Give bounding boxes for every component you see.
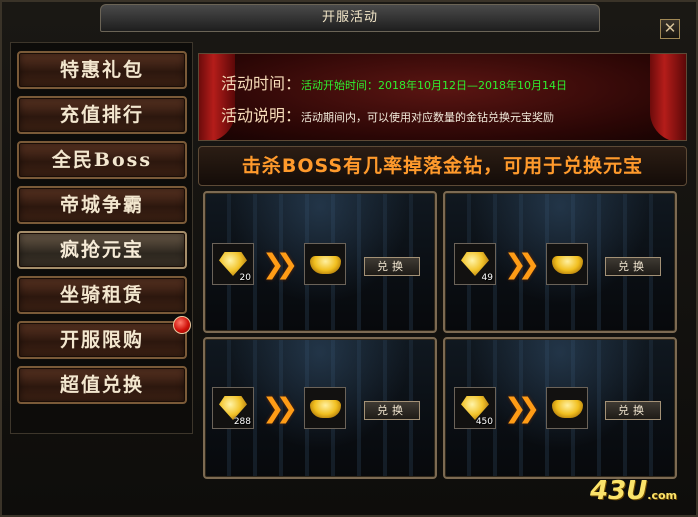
activity-desc-value: 活动期间内，可以使用对应数量的金钻兑换元宝奖励 <box>301 111 555 124</box>
tab-mount-rental[interactable]: 坐骑租赁 <box>17 276 187 314</box>
double-arrow-icon: ❯❯ <box>504 393 540 424</box>
double-arrow-icon: ❯❯ <box>504 249 540 280</box>
gold-diamond-slot[interactable]: 288 <box>212 387 254 429</box>
gold-ingot-slot[interactable] <box>546 243 588 285</box>
watermark-suffix: .com <box>647 489 678 502</box>
tab-imperial-war[interactable]: 帝城争霸 <box>17 186 187 224</box>
exchange-button[interactable]: 兑换 <box>364 401 420 420</box>
curtain-left-decoration <box>199 54 235 140</box>
diamond-cost: 49 <box>481 273 493 283</box>
activity-time-label: 活动时间： <box>221 74 302 93</box>
tab-grab-ingots[interactable]: 疯抢元宝 <box>17 231 187 269</box>
gold-ingot-icon <box>552 256 583 274</box>
tab-special-gift[interactable]: 特惠礼包 <box>17 51 187 89</box>
window-title: 开服活动 <box>100 4 600 32</box>
activity-banner: 活动时间：活动开始时间：2018年10月12日—2018年10月14日 活动说明… <box>198 53 687 141</box>
gold-diamond-slot[interactable]: 49 <box>454 243 496 285</box>
activity-desc-row: 活动说明：活动期间内，可以使用对应数量的金钻兑换元宝奖励 <box>221 102 554 126</box>
double-arrow-icon: ❯❯ <box>262 249 298 280</box>
gold-diamond-slot[interactable]: 20 <box>212 243 254 285</box>
watermark-text: 43U <box>590 476 648 506</box>
curtain-right-decoration <box>650 54 686 140</box>
exchange-button[interactable]: 兑换 <box>605 257 661 276</box>
exchange-button[interactable]: 兑换 <box>605 401 661 420</box>
sidebar: 特惠礼包 充值排行 全民Boss 帝城争霸 疯抢元宝 坐骑租赁 开服限购 超值兑… <box>10 42 193 434</box>
tab-limited-purchase[interactable]: 开服限购 <box>17 321 187 359</box>
close-button[interactable]: ✕ <box>660 19 680 39</box>
gold-ingot-icon <box>552 400 583 418</box>
gold-diamond-slot[interactable]: 450 <box>454 387 496 429</box>
tab-recharge-rank[interactable]: 充值排行 <box>17 96 187 134</box>
tab-world-boss[interactable]: 全民Boss <box>17 141 187 179</box>
diamond-cost: 20 <box>239 273 251 283</box>
gold-ingot-slot[interactable] <box>304 387 346 429</box>
notification-badge <box>173 316 191 334</box>
exchange-button[interactable]: 兑换 <box>364 257 420 276</box>
diamond-cost: 450 <box>475 417 493 427</box>
gold-ingot-slot[interactable] <box>304 243 346 285</box>
gold-ingot-icon <box>310 256 341 274</box>
headline: 击杀BOSS有几率掉落金钻，可用于兑换元宝 <box>198 146 687 186</box>
site-watermark-logo: 43U.com <box>590 476 690 510</box>
activity-desc-label: 活动说明： <box>221 106 302 125</box>
activity-time-value: 活动开始时间：2018年10月12日—2018年10月14日 <box>301 79 567 92</box>
diamond-cost: 288 <box>233 417 251 427</box>
gold-ingot-slot[interactable] <box>546 387 588 429</box>
tab-value-exchange[interactable]: 超值兑换 <box>17 366 187 404</box>
gold-ingot-icon <box>310 400 341 418</box>
double-arrow-icon: ❯❯ <box>262 393 298 424</box>
activity-time-row: 活动时间：活动开始时间：2018年10月12日—2018年10月14日 <box>221 70 567 94</box>
